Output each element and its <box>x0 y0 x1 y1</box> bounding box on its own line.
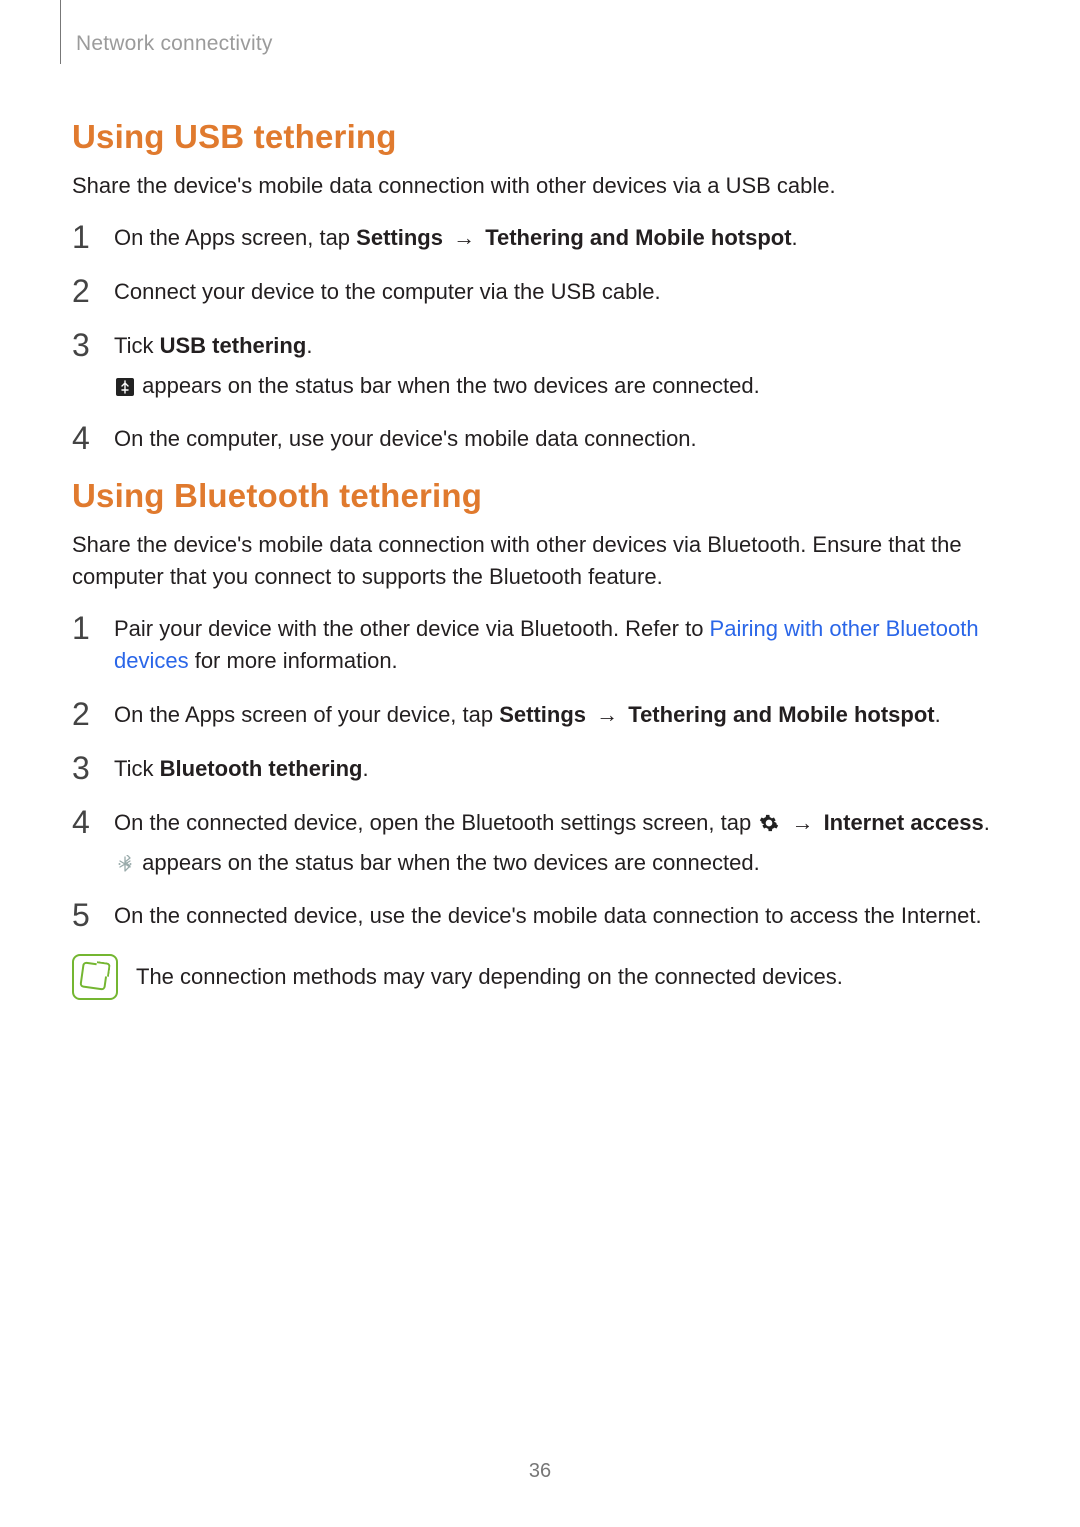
bt-step4-bold: Internet access <box>824 810 984 835</box>
section-label: Network connectivity <box>76 32 273 56</box>
bt-step4-sub-text: appears on the status bar when the two d… <box>136 850 760 875</box>
bt-step3-pre: Tick <box>114 756 160 781</box>
usb-heading: Using USB tethering <box>72 118 1008 156</box>
bt-step-3: Tick Bluetooth tethering. <box>72 753 1008 785</box>
bt-heading: Using Bluetooth tethering <box>72 477 1008 515</box>
bt-steps: Pair your device with the other device v… <box>72 613 1008 932</box>
note: The connection methods may vary dependin… <box>72 954 1008 1000</box>
usb-step3-bold: USB tethering <box>160 333 307 358</box>
usb-step3-sub: appears on the status bar when the two d… <box>114 370 1008 402</box>
gear-icon <box>759 813 779 833</box>
usb-step1-pre: On the Apps screen, tap <box>114 225 356 250</box>
bt-step4-sub: appears on the status bar when the two d… <box>114 847 1008 879</box>
bt-step2-arrow: → <box>586 702 628 727</box>
usb-step1-post: . <box>792 225 798 250</box>
bt-step3-post: . <box>363 756 369 781</box>
bt-step4-pre: On the connected device, open the Blueto… <box>114 810 757 835</box>
bt-step1-pre: Pair your device with the other device v… <box>114 616 710 641</box>
bt-step1-post: for more information. <box>189 648 398 673</box>
usb-step1-bold2: Tethering and Mobile hotspot <box>485 225 791 250</box>
page: Network connectivity Using USB tethering… <box>0 0 1080 1527</box>
header-rule <box>60 0 61 64</box>
usb-step-2: Connect your device to the computer via … <box>72 276 1008 308</box>
bt-lead: Share the device's mobile data connectio… <box>72 529 1008 593</box>
bt-step-2: On the Apps screen of your device, tap S… <box>72 699 1008 731</box>
usb-steps: On the Apps screen, tap Settings → Tethe… <box>72 222 1008 455</box>
bt-step4-post: . <box>984 810 990 835</box>
usb-step-1: On the Apps screen, tap Settings → Tethe… <box>72 222 1008 254</box>
bt-step-5: On the connected device, use the device'… <box>72 900 1008 932</box>
bt-step3-bold: Bluetooth tethering <box>160 756 363 781</box>
usb-step-4: On the computer, use your device's mobil… <box>72 423 1008 455</box>
bt-tether-icon <box>116 855 134 873</box>
bt-step-1: Pair your device with the other device v… <box>72 613 1008 677</box>
note-text: The connection methods may vary dependin… <box>136 964 843 990</box>
bt-step2-pre: On the Apps screen of your device, tap <box>114 702 499 727</box>
page-number: 36 <box>0 1460 1080 1483</box>
usb-step3-post: . <box>306 333 312 358</box>
usb-tether-icon <box>116 378 134 396</box>
usb-step3-sub-text: appears on the status bar when the two d… <box>136 373 760 398</box>
bt-step2-bold2: Tethering and Mobile hotspot <box>628 702 934 727</box>
usb-lead: Share the device's mobile data connectio… <box>72 170 1008 202</box>
usb-step1-bold1: Settings <box>356 225 443 250</box>
note-icon <box>72 954 118 1000</box>
usb-step3-pre: Tick <box>114 333 160 358</box>
usb-step1-arrow: → <box>443 225 485 250</box>
page-content: Using USB tethering Share the device's m… <box>72 100 1008 1000</box>
bt-step4-arrow: → <box>781 810 823 835</box>
usb-step-3: Tick USB tethering. appears on the statu… <box>72 330 1008 402</box>
bt-step2-bold1: Settings <box>499 702 586 727</box>
bt-step-4: On the connected device, open the Blueto… <box>72 807 1008 879</box>
bt-step2-post: . <box>935 702 941 727</box>
